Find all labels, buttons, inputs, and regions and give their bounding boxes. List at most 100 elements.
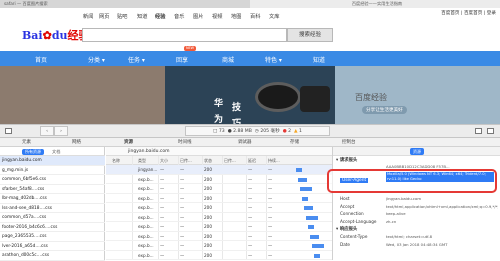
cell-size: — <box>160 186 165 191</box>
network-row[interactable]: exp.b... — — 200 — — <box>106 232 332 241</box>
cell-duration: — <box>268 252 273 258</box>
warning-icon: ▲ <box>294 129 298 134</box>
network-row[interactable]: exp.b... — — 200 — — <box>106 175 332 184</box>
top-nav-item[interactable]: 贴吧 <box>117 13 127 20</box>
user-agent-key: User-Agent <box>340 178 369 183</box>
network-row[interactable]: exp.b... — — 200 — — <box>106 203 332 213</box>
network-row[interactable]: exp.b... — — 200 — — <box>106 194 332 203</box>
tab-debugger[interactable]: 调试器 <box>238 139 252 145</box>
sidebar-toggle-icon[interactable] <box>475 128 482 134</box>
resource-list-item[interactable]: common_d57a….css <box>0 213 105 223</box>
cell-duration: — <box>268 167 273 172</box>
top-nav-item[interactable]: 百科 <box>250 13 260 20</box>
top-nav-item[interactable]: 新闻 <box>83 13 93 20</box>
col-header[interactable]: 已传... <box>180 158 192 164</box>
top-nav-item[interactable]: 图片 <box>193 13 203 20</box>
cell-transferred: — <box>180 167 185 172</box>
cell-latency: — <box>248 224 253 229</box>
response-headers-section[interactable]: ▾ 响应报头 <box>336 226 357 232</box>
main-nav-item[interactable]: 知道 <box>313 55 325 64</box>
tab-network[interactable]: 网络 <box>72 139 81 145</box>
resource-list-item[interactable]: common_6bf5e6.css <box>0 175 105 185</box>
col-header[interactable]: 大小 <box>160 158 168 164</box>
cell-duration: — <box>268 224 273 229</box>
resource-list-item[interactable]: page_2365535….css <box>0 232 105 242</box>
resource-list-item[interactable]: jingyan.baidu.com <box>0 156 105 166</box>
filter-documents[interactable]: 文档 <box>52 149 60 155</box>
timeline-bar <box>314 253 320 258</box>
cell-type: exp.b... <box>138 176 154 182</box>
top-nav-item[interactable]: 视频 <box>212 13 222 20</box>
timeline-bar <box>302 196 308 201</box>
request-headers-section[interactable]: ▾ 请求报头 <box>336 157 357 163</box>
network-row[interactable]: exp.b... — — 200 — — <box>106 184 332 194</box>
cell-status: 200 <box>204 214 212 220</box>
search-button[interactable]: 搜索经验 <box>287 28 333 42</box>
cell-status: 200 <box>204 167 212 172</box>
devtools-close-icon[interactable] <box>487 128 494 134</box>
details-resource-tab[interactable]: 资源 <box>410 148 424 155</box>
resource-list-item[interactable]: lss-and-see_d818….css <box>0 204 105 213</box>
network-row[interactable]: exp.b... — — 200 — — <box>106 222 332 232</box>
network-row[interactable]: jingyan... — —200— — <box>106 165 332 175</box>
top-nav-item-active[interactable]: 经验 <box>155 13 165 20</box>
top-nav-item[interactable]: 地图 <box>231 13 241 20</box>
tab-resources[interactable]: 资源 <box>124 139 133 145</box>
top-nav-item[interactable]: 知道 <box>137 13 147 20</box>
resource-list-item[interactable]: lbr-mag_d02db….css <box>0 194 105 204</box>
cell-size: — <box>160 224 165 229</box>
banner-brand: 百度经验 <box>355 93 387 102</box>
network-row[interactable]: exp.b... — — 200 — — <box>106 241 332 251</box>
search-input[interactable] <box>82 28 287 42</box>
tab-elements[interactable]: 元素 <box>22 139 31 145</box>
main-nav-item[interactable]: 首页 <box>35 55 47 64</box>
network-row[interactable]: exp.b... — — 200 — — <box>106 251 332 260</box>
promo-banner[interactable]: 华 技 为 巧 <box>0 66 500 124</box>
col-header[interactable]: 类型 <box>138 158 146 164</box>
col-header[interactable]: 已传... <box>224 158 236 164</box>
cell-transferred: — <box>180 233 185 239</box>
network-row[interactable]: exp.b... — — 200 — — <box>106 213 332 222</box>
baidu-jingyan-logo[interactable]: Bai✿du经验 <box>22 27 90 43</box>
tab-console[interactable]: 控制台 <box>342 139 356 145</box>
back-button[interactable]: ‹ <box>40 126 54 136</box>
main-nav-item[interactable]: 商城 <box>222 55 234 64</box>
tab-storage[interactable]: 存储 <box>290 139 299 145</box>
tab-timeline[interactable]: 时间线 <box>178 139 192 145</box>
main-nav-item[interactable]: 任务 ▾ <box>128 55 145 64</box>
forward-button[interactable]: › <box>54 126 68 136</box>
main-nav-item[interactable]: 回享 <box>176 55 188 64</box>
resource-list-item[interactable]: lver-2016_a65d….css <box>0 242 105 251</box>
resource-list-item[interactable]: g_mg.min.js <box>0 166 105 175</box>
col-header[interactable]: 持续... <box>268 158 280 164</box>
top-nav-item[interactable]: 音乐 <box>174 13 184 20</box>
timeline-bar <box>296 168 302 172</box>
resource-list-item[interactable]: sfarber_54af8….css <box>0 185 105 194</box>
main-nav-item[interactable]: 特色 ▾ <box>265 55 282 64</box>
col-header[interactable]: 延迟 <box>248 158 256 164</box>
devtools-tabs: 元素 网络 资源 时间线 调试器 存储 控制台 <box>0 138 500 147</box>
top-links[interactable]: 百度首页 | 百度首页 | 登录 <box>441 10 496 16</box>
timeline-bar <box>298 177 307 182</box>
main-nav: 首页 分类 ▾ 任务 ▾ 回享 商城 特色 ▾ 知道 <box>0 51 500 66</box>
request-url[interactable]: jingyan.baidu.com <box>128 149 170 154</box>
cell-status: 200 <box>204 176 212 182</box>
tab-baidu-jingyan[interactable]: 百度经验——实用生活指南 <box>250 0 500 8</box>
col-header[interactable]: 状态 <box>204 158 212 164</box>
resource-list-item[interactable]: footer-2016_b4c6c6….css <box>0 223 105 232</box>
cell-transferred: — <box>180 205 185 210</box>
top-nav: 新闻 网页 贴吧 知道 经验 音乐 图片 视频 地图 百科 文库 <box>0 8 500 24</box>
resource-list-item[interactable]: arathon_d00c5c….css <box>0 251 105 261</box>
top-nav-item[interactable]: 网页 <box>99 13 109 20</box>
top-nav-item[interactable]: 文库 <box>269 13 279 20</box>
camera-lens-image <box>255 82 301 112</box>
dock-icon[interactable] <box>5 128 12 134</box>
cell-latency: — <box>248 214 253 220</box>
filter-all-resources[interactable]: 所有资源 <box>22 149 44 155</box>
cell-status: 200 <box>204 252 212 258</box>
timeline-bar <box>306 215 318 220</box>
tab-baidu-images[interactable]: safari — 百度图片搜索 <box>0 0 250 8</box>
header-key: Date <box>340 242 351 247</box>
main-nav-item[interactable]: 分类 ▾ <box>88 55 105 64</box>
col-header[interactable]: 名称 <box>112 158 120 164</box>
